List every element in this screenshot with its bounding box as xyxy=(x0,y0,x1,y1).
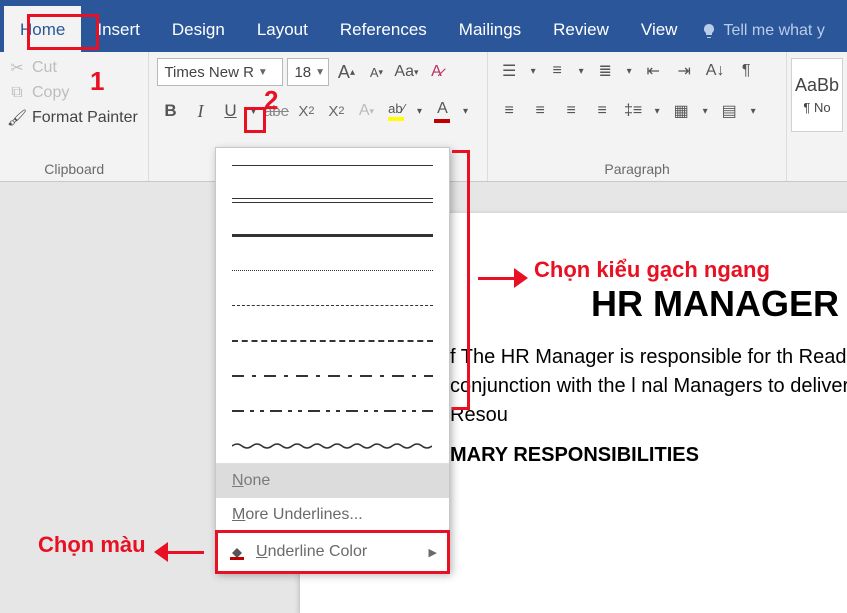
change-case-button[interactable]: Aa▾ xyxy=(393,59,419,85)
line-spacing-dropdown[interactable]: ▾ xyxy=(651,98,663,124)
document-body: f The HR Manager is responsible for th R… xyxy=(450,343,847,430)
bullets-button[interactable]: ☰ xyxy=(496,58,522,84)
clear-formatting-button[interactable]: A̷ xyxy=(423,59,449,85)
justify-button[interactable]: ≡ xyxy=(589,98,615,124)
format-painter-button[interactable]: 🖌 Format Painter xyxy=(8,108,140,128)
annotation-arrow-style xyxy=(478,268,528,288)
tab-mailings[interactable]: Mailings xyxy=(443,6,537,52)
annotation-label-style: Chọn kiểu gạch ngang xyxy=(534,257,770,283)
group-paragraph: ☰▾ ≡▾ ≣▾ ⇤ ⇥ A↓ ¶ ≡ ≡ ≡ ≡ ‡≡▾ ▦▾ ▤▾ Para… xyxy=(488,52,787,181)
underline-style-menu: None More Underlines... Underline Color … xyxy=(215,147,450,572)
text-effects-button[interactable]: A▾ xyxy=(353,98,379,124)
chevron-right-icon: ▶ xyxy=(429,546,437,559)
highlight-button[interactable]: ab⁄ xyxy=(383,98,409,124)
tab-review[interactable]: Review xyxy=(537,6,625,52)
copy-icon: ⧉ xyxy=(8,84,26,102)
chevron-down-icon: ▼ xyxy=(315,67,325,78)
underline-style-single[interactable] xyxy=(216,148,449,183)
line-spacing-button[interactable]: ‡≡ xyxy=(620,98,646,124)
brush-icon: 🖌 xyxy=(8,108,26,128)
font-name-value: Times New R xyxy=(164,64,253,81)
increase-indent-button[interactable]: ⇥ xyxy=(671,58,697,84)
shading-dropdown[interactable]: ▾ xyxy=(699,98,711,124)
numbering-button[interactable]: ≡ xyxy=(544,58,570,84)
group-clipboard: ✂ Cut ⧉ Copy 🖌 Format Painter Clipboard xyxy=(0,52,149,181)
highlight-icon: ab⁄ xyxy=(388,101,405,116)
underline-style-dashed-wide[interactable] xyxy=(216,323,449,358)
tab-design[interactable]: Design xyxy=(156,6,241,52)
annotation-number-2: 2 xyxy=(264,85,278,116)
decrease-indent-button[interactable]: ⇤ xyxy=(640,58,666,84)
group-styles: AaBb ¶ No xyxy=(787,52,847,181)
highlight-swatch xyxy=(388,117,404,121)
paint-bucket-icon xyxy=(228,543,246,561)
paragraph-group-label: Paragraph xyxy=(496,159,778,181)
cut-button[interactable]: ✂ Cut xyxy=(8,58,140,78)
annotation-arrow-color xyxy=(154,542,204,562)
underline-style-dotted[interactable] xyxy=(216,253,449,288)
underline-style-thick[interactable] xyxy=(216,218,449,253)
shading-button[interactable]: ▦ xyxy=(668,98,694,124)
annotation-bracket xyxy=(452,150,470,410)
show-marks-button[interactable]: ¶ xyxy=(733,58,759,84)
underline-color-submenu[interactable]: Underline Color ▶ xyxy=(216,533,449,571)
font-size-value: 18 xyxy=(294,64,311,81)
tab-references[interactable]: References xyxy=(324,6,443,52)
font-color-icon: A xyxy=(437,100,448,118)
underline-none[interactable]: None xyxy=(216,464,449,498)
underline-button[interactable]: U xyxy=(217,98,243,124)
multilevel-button[interactable]: ≣ xyxy=(592,58,618,84)
ribbon-tabs: Home Insert Design Layout References Mai… xyxy=(0,0,847,52)
align-center-button[interactable]: ≡ xyxy=(527,98,553,124)
tab-insert[interactable]: Insert xyxy=(81,6,156,52)
lightbulb-icon xyxy=(701,23,717,39)
format-painter-label: Format Painter xyxy=(32,109,138,127)
underline-style-double[interactable] xyxy=(216,183,449,218)
multilevel-dropdown[interactable]: ▾ xyxy=(623,58,635,84)
tab-layout[interactable]: Layout xyxy=(241,6,324,52)
document-title: HR MANAGER xyxy=(450,283,847,325)
align-right-button[interactable]: ≡ xyxy=(558,98,584,124)
scissors-icon: ✂ xyxy=(8,58,26,78)
bold-button[interactable]: B xyxy=(157,98,183,124)
annotation-number-1: 1 xyxy=(90,66,104,97)
font-color-swatch xyxy=(434,119,450,123)
sort-button[interactable]: A↓ xyxy=(702,58,728,84)
more-underlines[interactable]: More Underlines... xyxy=(216,498,449,532)
font-color-dropdown[interactable]: ▾ xyxy=(459,98,471,124)
underline-style-wavy[interactable] xyxy=(216,428,449,463)
font-size-combo[interactable]: 18 ▼ xyxy=(287,58,329,86)
chevron-down-icon: ▼ xyxy=(258,67,268,78)
document-section-heading: MARY RESPONSIBILITIES xyxy=(450,444,847,467)
underline-style-dashed[interactable] xyxy=(216,288,449,323)
font-name-combo[interactable]: Times New R ▼ xyxy=(157,58,283,86)
cut-label: Cut xyxy=(32,59,57,77)
bullets-dropdown[interactable]: ▾ xyxy=(527,58,539,84)
tell-me-label: Tell me what y xyxy=(723,22,824,40)
underline-style-dash-dot[interactable] xyxy=(216,358,449,393)
tell-me-search[interactable]: Tell me what y xyxy=(693,10,832,52)
superscript-button[interactable]: X2 xyxy=(323,98,349,124)
borders-dropdown[interactable]: ▾ xyxy=(747,98,759,124)
italic-button[interactable]: I xyxy=(187,98,213,124)
tab-view[interactable]: View xyxy=(625,6,694,52)
copy-button[interactable]: ⧉ Copy xyxy=(8,84,140,102)
highlight-dropdown[interactable]: ▾ xyxy=(413,98,425,124)
annotation-label-color: Chọn màu xyxy=(38,532,146,558)
clipboard-group-label: Clipboard xyxy=(8,159,140,181)
style-preview-sub: ¶ No xyxy=(803,100,830,115)
grow-font-button[interactable]: A▴ xyxy=(333,59,359,85)
shrink-font-button[interactable]: A▾ xyxy=(363,59,389,85)
subscript-button[interactable]: X2 xyxy=(293,98,319,124)
underline-dropdown-button[interactable]: ▼ xyxy=(247,98,259,124)
style-preview-text: AaBb xyxy=(795,75,839,96)
style-normal[interactable]: AaBb ¶ No xyxy=(791,58,843,132)
underline-style-dash-dot-dot[interactable] xyxy=(216,393,449,428)
numbering-dropdown[interactable]: ▾ xyxy=(575,58,587,84)
font-color-button[interactable]: A xyxy=(429,98,455,124)
align-left-button[interactable]: ≡ xyxy=(496,98,522,124)
borders-button[interactable]: ▤ xyxy=(716,98,742,124)
tab-home[interactable]: Home xyxy=(4,6,81,52)
copy-label: Copy xyxy=(32,84,69,102)
